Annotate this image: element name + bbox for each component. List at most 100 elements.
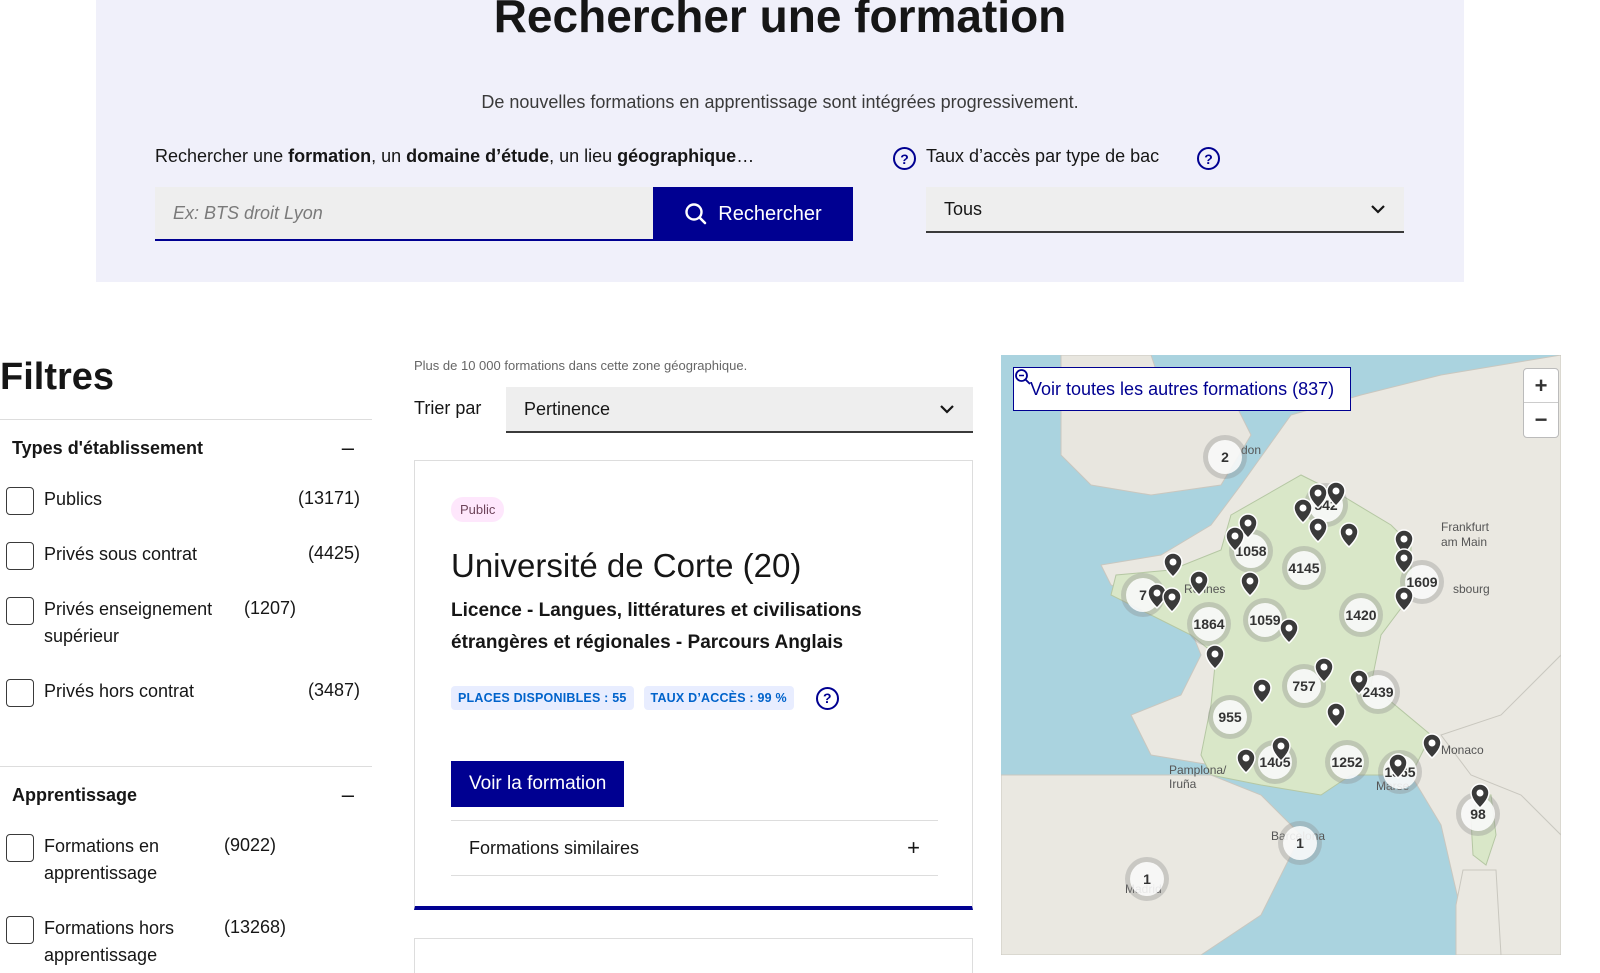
filter-label: Privés enseignement supérieur — [44, 599, 213, 646]
places-tag: PLACES DISPONIBLES : 55 — [451, 686, 634, 710]
filter-en-apprentissage[interactable]: Formations en apprentissage (9022) — [6, 834, 360, 887]
card-subtitle: Licence - Langues, littératures et civil… — [451, 600, 862, 653]
search-input[interactable] — [155, 187, 653, 241]
cluster-count: 4145 — [1287, 551, 1321, 585]
page-subtitle: De nouvelles formations en apprentissage… — [481, 92, 1079, 112]
filter-prives-hors-contrat[interactable]: Privés hors contrat (3487) — [6, 679, 360, 707]
map-pin-icon[interactable] — [1236, 748, 1256, 774]
group-header-etablissement[interactable]: Types d'établissement – — [12, 435, 358, 461]
checkbox[interactable] — [6, 916, 34, 944]
map-cluster[interactable]: 955 — [1208, 695, 1252, 739]
results-map[interactable]: Voir toutes les autres formations (837) … — [1001, 355, 1561, 955]
filter-prives-enseignement-superieur[interactable]: Privés enseignement supérieur (1207) — [6, 597, 360, 650]
card-title: Université de Corte (20) — [451, 547, 802, 584]
filter-label: Privés hors contrat — [44, 681, 195, 701]
checkbox[interactable] — [6, 487, 34, 515]
cluster-count: 1252 — [1330, 745, 1364, 779]
group-header-apprentissage[interactable]: Apprentissage – — [12, 782, 358, 808]
map-pin-icon[interactable] — [1189, 570, 1209, 596]
search-icon — [685, 203, 707, 225]
map-cluster[interactable]: 2 — [1203, 435, 1247, 479]
tags-help-icon[interactable]: ? — [815, 686, 839, 710]
map-pin-icon[interactable] — [1279, 618, 1299, 644]
map-cluster[interactable]: 1864 — [1187, 602, 1231, 646]
map-cluster[interactable]: 1 — [1278, 821, 1322, 865]
similar-formations-toggle[interactable]: Formations similaires + — [451, 821, 938, 875]
zoom-controls: + − — [1523, 368, 1559, 438]
bac-select[interactable]: Tous — [926, 187, 1404, 233]
map-pin-icon[interactable] — [1205, 644, 1225, 670]
map-cluster[interactable]: 1 — [1125, 857, 1169, 901]
view-formation-button[interactable]: Voir la formation — [451, 761, 625, 807]
group-title: Types d'établissement — [12, 437, 204, 458]
chevron-down-icon — [1371, 205, 1385, 214]
divider — [451, 875, 938, 876]
sort-select[interactable]: Pertinence — [506, 387, 973, 433]
checkbox[interactable] — [6, 834, 34, 862]
checkbox[interactable] — [6, 542, 34, 570]
map-cluster[interactable]: 4145 — [1282, 546, 1326, 590]
see-all-label: Voir toutes les autres formations (837) — [1030, 378, 1335, 399]
map-land — [1001, 355, 1561, 955]
map-pin-icon[interactable] — [1225, 526, 1245, 552]
map-pin-icon[interactable] — [1470, 783, 1490, 809]
map-pin-icon[interactable] — [1388, 753, 1408, 779]
filter-hors-apprentissage[interactable]: Formations hors apprentissage (13268) — [6, 916, 360, 969]
card-tags: PLACES DISPONIBLES : 55 TAUX D’ACCÈS : 9… — [451, 686, 839, 710]
map-pin-icon[interactable] — [1163, 552, 1183, 578]
filter-count: (4425) — [307, 543, 360, 563]
map-pin-icon[interactable] — [1326, 702, 1346, 728]
cluster-count: 2 — [1208, 440, 1242, 474]
result-card — [414, 938, 973, 973]
map-cluster[interactable]: 1252 — [1325, 740, 1369, 784]
page-title: Rechercher une formation — [493, 0, 1067, 42]
map-pin-icon[interactable] — [1422, 733, 1442, 759]
map-label: Frankfurt am Main — [1441, 520, 1490, 549]
map-pin-icon[interactable] — [1240, 571, 1260, 597]
collapse-icon: – — [341, 782, 354, 807]
filter-count: (13171) — [297, 488, 360, 508]
filter-label: Formations hors apprentissage — [44, 918, 175, 965]
map-pin-icon[interactable] — [1326, 481, 1346, 507]
search-help-icon[interactable]: ? — [893, 147, 916, 170]
filter-publics[interactable]: Publics (13171) — [6, 487, 360, 515]
checkbox[interactable] — [6, 679, 34, 707]
map-pin-icon[interactable] — [1314, 657, 1334, 683]
filter-count: (1207) — [244, 598, 297, 618]
map-pin-icon[interactable] — [1252, 678, 1272, 704]
bac-select-value: Tous — [944, 198, 983, 219]
bac-filter-label: Taux d’accès par type de bac — [926, 146, 1160, 166]
see-all-formations-button[interactable]: Voir toutes les autres formations (837) — [1013, 367, 1352, 411]
result-card: Public Université de Corte (20) Licence … — [414, 460, 973, 910]
divider — [0, 419, 372, 420]
map-pin-icon[interactable] — [1308, 517, 1328, 543]
zoom-in-button[interactable]: + — [1524, 369, 1558, 403]
map-pin-icon[interactable] — [1394, 548, 1414, 574]
status-badge: Public — [451, 497, 505, 522]
checkbox[interactable] — [6, 597, 34, 625]
cluster-count: 1420 — [1344, 598, 1378, 632]
zoom-out-button[interactable]: − — [1524, 403, 1558, 437]
cluster-count: 1864 — [1192, 607, 1226, 641]
expand-icon: + — [907, 835, 920, 860]
results-count: Plus de 10 000 formations dans cette zon… — [414, 358, 748, 373]
cluster-count: 1 — [1283, 826, 1317, 860]
map-cluster[interactable]: 1420 — [1339, 593, 1383, 637]
sort-select-value: Pertinence — [524, 398, 611, 419]
collapse-icon: – — [341, 435, 354, 460]
map-label: Monaco — [1441, 743, 1484, 757]
sort-label: Trier par — [414, 398, 482, 418]
filter-label: Publics — [44, 489, 103, 509]
search-button-label: Rechercher — [718, 202, 822, 225]
map-pin-icon[interactable] — [1271, 736, 1291, 762]
search-button[interactable]: Rechercher — [653, 187, 853, 241]
filter-label: Privés sous contrat — [44, 544, 198, 564]
map-pin-icon[interactable] — [1394, 586, 1414, 612]
filter-prives-sous-contrat[interactable]: Privés sous contrat (4425) — [6, 542, 360, 570]
search-panel: Rechercher une formation De nouvelles fo… — [96, 0, 1464, 282]
map-pin-icon[interactable] — [1162, 587, 1182, 613]
bac-help-icon[interactable]: ? — [1197, 147, 1220, 170]
map-pin-icon[interactable] — [1339, 522, 1359, 548]
filter-label: Formations en apprentissage — [44, 836, 160, 883]
map-pin-icon[interactable] — [1349, 669, 1369, 695]
